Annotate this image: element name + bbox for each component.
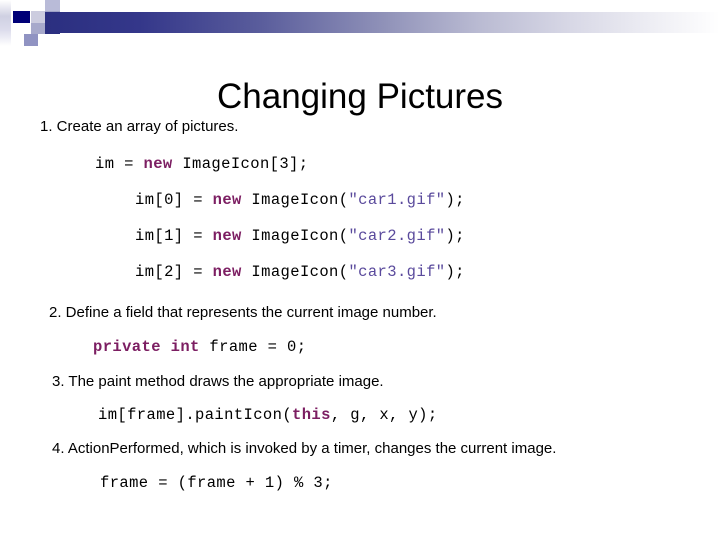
code-post: frame = 0; bbox=[199, 338, 307, 356]
code-post: ImageIcon[3]; bbox=[172, 155, 309, 173]
code-post: ); bbox=[445, 263, 465, 281]
code-keyword: new bbox=[212, 227, 242, 245]
code-mid: ImageIcon( bbox=[241, 191, 349, 209]
code-frame-update: frame = (frame + 1) % 3; bbox=[100, 474, 333, 492]
code-string: "car2.gif" bbox=[348, 227, 446, 245]
step-3-text: 3. The paint method draws the appropriat… bbox=[52, 373, 384, 390]
code-field-declaration: private int frame = 0; bbox=[93, 338, 720, 356]
header-square-white-1 bbox=[31, 0, 45, 11]
slide-header-decoration bbox=[0, 0, 720, 46]
code-keyword: new bbox=[212, 263, 242, 281]
slide-body: 1. Create an array of pictures. im = new… bbox=[0, 118, 720, 492]
code-array-assign-2: im[2] = new ImageIcon("car3.gif"); bbox=[135, 263, 720, 281]
code-keyword: new bbox=[212, 191, 242, 209]
code-pre: im = bbox=[95, 155, 144, 173]
code-keyword: this bbox=[292, 406, 331, 424]
code-array-assign-1: im[1] = new ImageIcon("car2.gif"); bbox=[135, 227, 720, 245]
code-string: "car1.gif" bbox=[348, 191, 446, 209]
code-pre: im[frame].paintIcon( bbox=[98, 406, 293, 424]
step-4-text: 4. ActionPerformed, which is invoked by … bbox=[52, 440, 557, 457]
code-pre: im[1] = bbox=[135, 227, 213, 245]
header-gradient-bar bbox=[45, 12, 720, 33]
header-square-navy-1 bbox=[13, 11, 30, 23]
code-post: ); bbox=[445, 227, 465, 245]
code-mid: ImageIcon( bbox=[241, 227, 349, 245]
code-mid: ImageIcon( bbox=[241, 263, 349, 281]
code-keyword: new bbox=[143, 155, 173, 173]
step-2-text: 2. Define a field that represents the cu… bbox=[49, 304, 437, 321]
header-square-lavender-2 bbox=[31, 11, 45, 23]
code-keyword: private int bbox=[93, 338, 200, 356]
header-square-white-2 bbox=[18, 23, 31, 34]
code-pre: im[0] = bbox=[135, 191, 213, 209]
code-post: , g, x, y); bbox=[330, 406, 438, 424]
code-array-assign-0: im[0] = new ImageIcon("car1.gif"); bbox=[135, 191, 720, 209]
step-1-text: 1. Create an array of pictures. bbox=[40, 118, 239, 135]
header-fade-strip bbox=[0, 0, 11, 46]
header-square-lavender-5 bbox=[24, 34, 38, 46]
slide-title: Changing Pictures bbox=[217, 77, 503, 117]
code-post: ); bbox=[445, 191, 465, 209]
code-pre: im[2] = bbox=[135, 263, 213, 281]
code-paint-icon: im[frame].paintIcon(this, g, x, y); bbox=[98, 406, 720, 424]
code-string: "car3.gif" bbox=[348, 263, 446, 281]
header-square-lavender-4 bbox=[31, 23, 45, 34]
code-array-declaration: im = new ImageIcon[3]; bbox=[95, 155, 720, 173]
